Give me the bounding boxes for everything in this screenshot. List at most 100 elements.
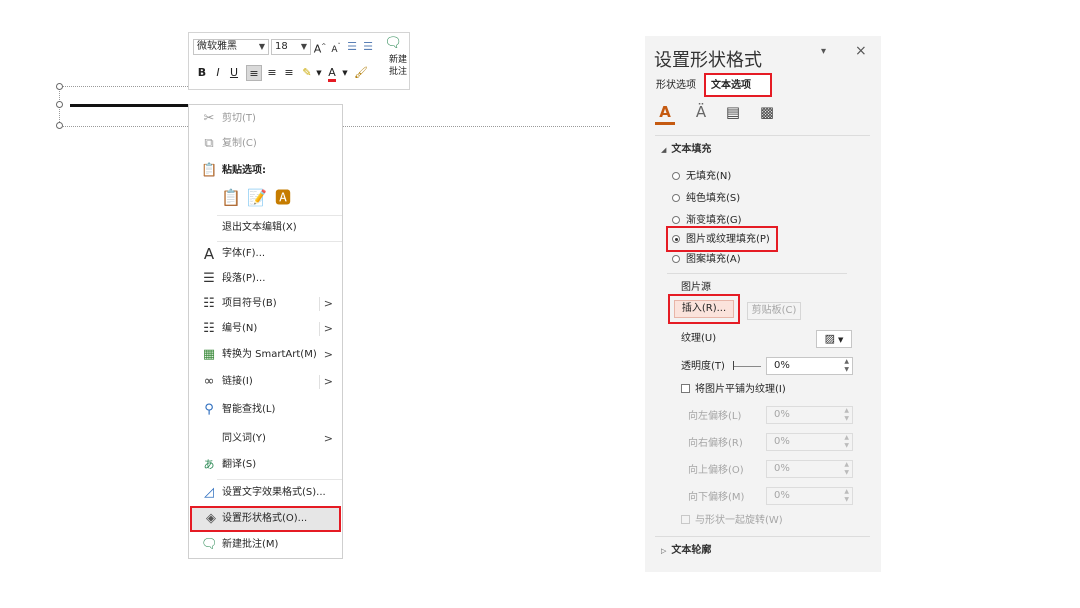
radio-circle: [672, 172, 680, 180]
paste-merge-format-icon[interactable]: 📝: [247, 188, 267, 208]
offset-bottom-label: 向下偏移(M): [688, 492, 745, 503]
checkbox-box[interactable]: [681, 384, 690, 393]
pane-title: 设置形状格式: [654, 50, 762, 71]
resize-handle-middle-left[interactable]: [56, 101, 63, 108]
picture-icon[interactable]: ▩: [757, 102, 777, 122]
chevron-down-icon[interactable]: ▼: [315, 65, 323, 81]
tab-shape-options[interactable]: 形状选项: [656, 80, 696, 92]
transparency-input[interactable]: 0% ▲ ▼: [766, 357, 853, 375]
text-fill-outline-icon[interactable]: A: [655, 102, 675, 125]
menu-item-exit-text-edit[interactable]: 退出文本编辑(X): [190, 216, 341, 240]
menu-item-bullets[interactable]: ☷ 项目符号(B) >: [190, 292, 341, 316]
resize-handle-bottom-left[interactable]: [56, 122, 63, 129]
offset-top-input[interactable]: 0% ▲ ▼: [766, 460, 853, 478]
collapse-triangle-icon: ◢: [661, 146, 667, 154]
highlight-icon[interactable]: ✎: [299, 65, 315, 81]
transparency-slider[interactable]: [733, 361, 761, 371]
text-effects-icon[interactable]: Ä: [691, 102, 711, 122]
spinner-arrows-icon: ▲ ▼: [844, 434, 849, 449]
offset-right-label: 向右偏移(R): [688, 438, 743, 449]
radio-circle: [672, 255, 680, 263]
menu-item-new-comment[interactable]: 🗨 新建批注(M): [190, 533, 341, 557]
text-outline-heading[interactable]: ▷ 文本轮廓: [661, 545, 711, 557]
clipboard-button[interactable]: 剪贴板(C): [747, 302, 801, 320]
search-icon: ⚲: [204, 402, 214, 417]
insert-button[interactable]: 插入(R)...: [674, 300, 734, 318]
transparency-label: 透明度(T): [681, 361, 725, 372]
paste-icon: 📋: [201, 163, 218, 178]
checkbox-box[interactable]: [681, 515, 690, 524]
radio-label: 无填充(N): [686, 171, 732, 182]
offset-left-input[interactable]: 0% ▲ ▼: [766, 406, 853, 424]
scissors-icon: ✂: [203, 111, 215, 126]
menu-item-smartart[interactable]: ▦ 转换为 SmartArt(M) >: [190, 343, 341, 367]
radio-no-fill[interactable]: 无填充(N): [672, 171, 731, 183]
menu-item-text-effects-format[interactable]: ◿ 设置文字效果格式(S)...: [190, 481, 341, 505]
texture-picker-button[interactable]: ▨ ▼: [816, 330, 852, 348]
icon-row-underline: [655, 135, 870, 136]
menu-item-synonyms[interactable]: 同义词(Y) >: [190, 427, 341, 451]
paste-keep-source-icon[interactable]: 📋: [221, 188, 241, 208]
resize-handle-top-left[interactable]: [56, 83, 63, 90]
offset-right-value: 0%: [774, 436, 790, 447]
mini-toolbar: 微软雅黑 ▼ 18 ▼ A^ Aˇ ☰ ☰ 🗨 新建 批注 B I U ≡ ≡ …: [188, 32, 410, 90]
chevron-right-icon: >: [323, 348, 333, 361]
increase-indent-icon[interactable]: ☰: [361, 39, 375, 55]
menu-item-numbering[interactable]: ☷ 编号(N) >: [190, 317, 341, 341]
menu-item-copy[interactable]: ⧉ 复制(C): [190, 132, 341, 156]
line-shape[interactable]: [70, 104, 188, 107]
tile-checkbox[interactable]: 将图片平铺为纹理(I): [681, 384, 786, 396]
underline-label: U: [229, 66, 239, 79]
new-comment-label-2: 批注: [389, 67, 408, 77]
decrease-indent-icon[interactable]: ☰: [345, 39, 359, 55]
font-name-combo[interactable]: 微软雅黑 ▼: [193, 39, 269, 55]
grow-font-button[interactable]: A^: [313, 39, 327, 56]
menu-item-cut[interactable]: ✂ 剪切(T): [190, 107, 341, 131]
align-left-button[interactable]: ≡: [246, 65, 262, 81]
chevron-down-icon[interactable]: ▼: [341, 65, 349, 81]
bold-label: B: [197, 66, 207, 79]
text-effects-icon: ◿: [204, 485, 214, 500]
pane-options-icon[interactable]: ▾: [821, 46, 826, 57]
underline-button[interactable]: U: [227, 65, 241, 81]
align-right-button[interactable]: ≡: [281, 65, 297, 81]
text-fill-heading-label: 文本填充: [671, 144, 712, 155]
menu-item-shape-format[interactable]: ◈ 设置形状格式(O)...: [190, 506, 341, 532]
menu-item-font[interactable]: A 字体(F)...: [190, 242, 341, 266]
close-icon[interactable]: ×: [855, 43, 867, 59]
submenu-divider: [319, 322, 320, 336]
picture-source-label: 图片源: [681, 282, 711, 293]
tab-text-options[interactable]: 文本选项: [711, 80, 751, 92]
menu-item-label: 项目符号(B): [222, 298, 277, 309]
radio-label: 图案填充(A): [686, 254, 741, 265]
radio-circle-selected: [672, 235, 680, 243]
radio-pattern-fill[interactable]: 图案填充(A): [672, 254, 741, 266]
new-comment-button[interactable]: 🗨 新建 批注: [379, 35, 407, 85]
bold-button[interactable]: B: [195, 65, 209, 81]
offset-bottom-input[interactable]: 0% ▲ ▼: [766, 487, 853, 505]
textbox-icon[interactable]: ▤: [723, 102, 743, 122]
offset-right-input[interactable]: 0% ▲ ▼: [766, 433, 853, 451]
radio-picture-texture-fill[interactable]: 图片或纹理填充(P): [672, 234, 770, 246]
chevron-right-icon: >: [323, 375, 333, 388]
spinner-arrows-icon[interactable]: ▲ ▼: [844, 358, 849, 374]
text-fill-heading[interactable]: ◢ 文本填充: [661, 144, 711, 156]
section-separator: [667, 273, 847, 274]
format-painter-icon[interactable]: 🖌: [353, 65, 369, 81]
radio-label: 渐变填充(G): [686, 215, 742, 226]
paste-text-only-icon[interactable]: 🅰: [273, 188, 293, 208]
italic-button[interactable]: I: [211, 65, 225, 81]
menu-item-paragraph[interactable]: ☰ 段落(P)...: [190, 267, 341, 291]
shrink-font-button[interactable]: Aˇ: [329, 39, 343, 55]
translate-icon: あ: [203, 458, 215, 471]
rotate-with-shape-checkbox[interactable]: 与形状一起旋转(W): [681, 515, 783, 527]
menu-item-link[interactable]: ∞ 链接(I) >: [190, 370, 341, 394]
menu-item-smart-lookup[interactable]: ⚲ 智能查找(L): [190, 398, 341, 422]
menu-item-translate[interactable]: あ 翻译(S): [190, 453, 341, 477]
font-size-combo[interactable]: 18 ▼: [271, 39, 311, 55]
radio-circle: [672, 216, 680, 224]
radio-solid-fill[interactable]: 纯色填充(S): [672, 193, 740, 205]
font-color-button[interactable]: A: [325, 65, 339, 82]
align-center-button[interactable]: ≡: [264, 65, 280, 81]
shape-format-icon: ◈: [206, 511, 216, 526]
